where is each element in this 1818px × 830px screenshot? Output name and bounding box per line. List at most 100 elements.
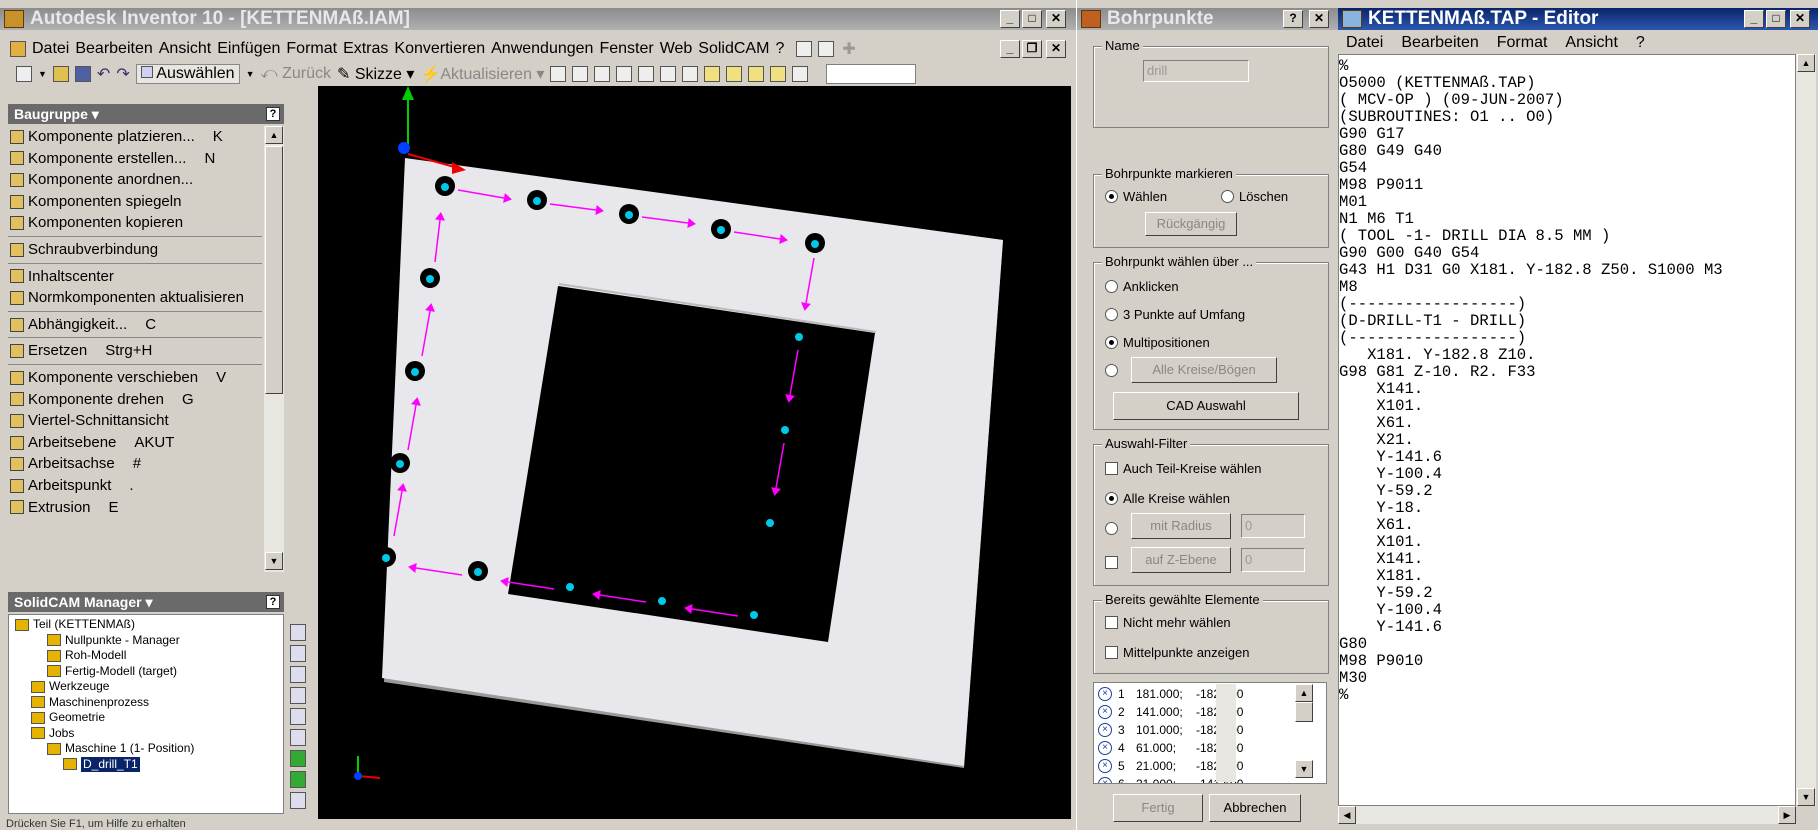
zoom-window-icon[interactable]: [572, 66, 589, 82]
undo-icon[interactable]: ↶: [97, 64, 110, 84]
z-input[interactable]: 0: [1241, 548, 1305, 572]
remove-point-icon[interactable]: ×: [1098, 759, 1112, 773]
menu-solidcam[interactable]: SolidCAM: [698, 40, 775, 58]
baugruppe-scrollbar[interactable]: ▲ ▼: [264, 126, 284, 572]
save-icon[interactable]: [74, 66, 91, 82]
combo-field[interactable]: [826, 64, 917, 84]
doc-restore-button[interactable]: ❐: [1022, 40, 1042, 58]
anklicken-radio[interactable]: [1105, 280, 1118, 293]
help-icon[interactable]: ?: [266, 595, 280, 609]
menu-anwendungen[interactable]: Anwendungen: [491, 40, 599, 58]
scroll-down-button[interactable]: ▼: [1797, 788, 1815, 806]
fertig-button[interactable]: Fertig: [1113, 794, 1203, 822]
pan-icon[interactable]: [594, 66, 611, 82]
editor-vscroll[interactable]: ▲ ▼: [1796, 54, 1816, 806]
menu-datei[interactable]: Datei: [1346, 34, 1401, 52]
tree-item[interactable]: Jobs: [15, 726, 283, 742]
point-row[interactable]: ×2141.000;-182.800: [1094, 703, 1326, 721]
close-button[interactable]: ✕: [1046, 10, 1066, 28]
panel-item[interactable]: Inhaltscenter: [8, 266, 262, 288]
panel-item[interactable]: Komponente erstellen... N: [8, 148, 262, 170]
menu-extras[interactable]: Extras: [343, 40, 394, 58]
panel-item[interactable]: Abhängigkeit... C: [8, 314, 262, 336]
point-row[interactable]: ×1181.000;-182.800: [1094, 685, 1326, 703]
calculator-icon[interactable]: [818, 41, 835, 57]
axis-yx-icon[interactable]: [290, 729, 306, 746]
axis-zy-icon[interactable]: [290, 708, 306, 725]
help-button[interactable]: ?: [1283, 10, 1303, 28]
maximize-button[interactable]: □: [1766, 10, 1786, 28]
tree-item[interactable]: Fertig-Modell (target): [15, 664, 283, 680]
redo-icon[interactable]: ↷: [116, 64, 129, 84]
plus-icon[interactable]: ✚: [842, 39, 861, 59]
editor-hscroll[interactable]: ◀ ▶: [1338, 806, 1796, 824]
display-mode-icon[interactable]: [704, 66, 721, 82]
menu-ansicht[interactable]: Ansicht: [159, 40, 217, 58]
remove-point-icon[interactable]: ×: [1098, 741, 1112, 755]
nicht-mehr-checkbox[interactable]: [1105, 616, 1118, 629]
drei-punkte-radio[interactable]: [1105, 308, 1118, 321]
auf-z-button[interactable]: auf Z-Ebene: [1131, 547, 1231, 573]
multipositionen-radio[interactable]: [1105, 336, 1118, 349]
minimize-button[interactable]: _: [1744, 10, 1764, 28]
tree-item[interactable]: Maschine 1 (1- Position): [15, 741, 283, 757]
tree-item[interactable]: Maschinenprozess: [15, 695, 283, 711]
point-row[interactable]: ×621.000;-141.600: [1094, 775, 1326, 783]
remove-point-icon[interactable]: ×: [1098, 687, 1112, 701]
tree-item[interactable]: D_drill_T1: [15, 756, 283, 772]
panel-item[interactable]: Arbeitsachse #: [8, 453, 262, 475]
remove-point-icon[interactable]: ×: [1098, 777, 1112, 783]
alle-kreise-waehlen-radio[interactable]: [1105, 492, 1118, 505]
scroll-up-button[interactable]: ▲: [265, 126, 283, 144]
menu-web[interactable]: Web: [660, 40, 699, 58]
new-icon[interactable]: [16, 66, 32, 82]
close-button[interactable]: ✕: [1790, 10, 1810, 28]
panel-item[interactable]: Komponente anordnen...: [8, 169, 262, 191]
points-scrollbar[interactable]: [1216, 684, 1236, 782]
scroll-thumb[interactable]: [1295, 702, 1313, 722]
menu-bearbeiten[interactable]: Bearbeiten: [1401, 34, 1496, 52]
scroll-down-button[interactable]: ▼: [265, 552, 283, 570]
maximize-button[interactable]: □: [1022, 10, 1042, 28]
points-list[interactable]: ×1181.000;-182.800×2141.000;-182.800×310…: [1093, 682, 1327, 784]
color-icon[interactable]: [748, 66, 765, 82]
look-at-icon[interactable]: [638, 66, 655, 82]
panel-item[interactable]: Komponente platzieren... K: [8, 126, 262, 148]
scroll-left-button[interactable]: ◀: [1338, 806, 1356, 824]
help-icon[interactable]: [796, 41, 813, 57]
loeschen-radio[interactable]: [1221, 190, 1234, 203]
panel-item[interactable]: Ersetzen Strg+H: [8, 340, 262, 362]
plane-icon[interactable]: [770, 66, 787, 82]
solidcam-manager-header[interactable]: SolidCAM Manager ▾ ?: [8, 592, 284, 612]
remove-point-icon[interactable]: ×: [1098, 705, 1112, 719]
tree-item[interactable]: Nullpunkte - Manager: [15, 633, 283, 649]
panel-item[interactable]: Komponenten kopieren: [8, 212, 262, 234]
panel-item[interactable]: Arbeitspunkt.: [8, 475, 262, 497]
doc-minimize-button[interactable]: _: [1000, 40, 1020, 58]
menu-konvertieren[interactable]: Konvertieren: [394, 40, 491, 58]
tree-item[interactable]: Teil (KETTENMAß): [15, 617, 283, 633]
alle-kreise-button[interactable]: Alle Kreise/Bögen: [1131, 357, 1277, 383]
zoom-all-icon[interactable]: [550, 66, 567, 82]
skizze-button[interactable]: ✎ Skizze ▾: [337, 64, 414, 84]
open-icon[interactable]: [52, 66, 69, 82]
camera-icon[interactable]: [682, 66, 699, 82]
abbrechen-button[interactable]: Abbrechen: [1209, 794, 1301, 822]
panel-item[interactable]: Schraubverbindung: [8, 239, 262, 261]
rueckgaengig-button[interactable]: Rückgängig: [1145, 212, 1237, 236]
menu-einfuegen[interactable]: Einfügen: [217, 40, 286, 58]
mit-radius-button[interactable]: mit Radius: [1131, 513, 1231, 539]
axis-zx-icon[interactable]: [290, 687, 306, 704]
scroll-right-button[interactable]: ▶: [1778, 806, 1796, 824]
point-row[interactable]: ×521.000;-182.800: [1094, 757, 1326, 775]
chevron-down-icon[interactable]: ▼: [38, 69, 47, 79]
name-input[interactable]: drill: [1143, 60, 1249, 82]
shadow-icon[interactable]: [726, 66, 743, 82]
tree-item[interactable]: Roh-Modell: [15, 648, 283, 664]
aktualisieren-button[interactable]: ⚡Aktualisieren ▾: [420, 64, 544, 84]
radius-input[interactable]: 0: [1241, 514, 1305, 538]
3d-viewport[interactable]: [318, 86, 1071, 819]
panel-item[interactable]: Arbeitsebene AKUT: [8, 432, 262, 454]
scroll-thumb[interactable]: [265, 146, 283, 394]
grid-icon[interactable]: [792, 66, 809, 82]
